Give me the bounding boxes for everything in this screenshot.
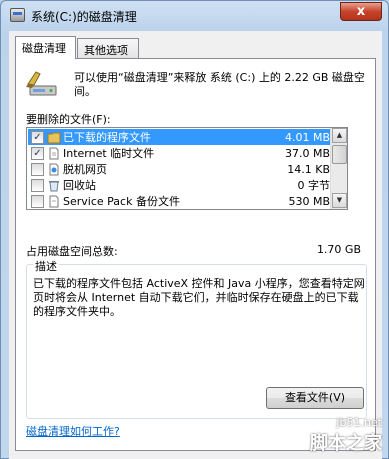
- list-item[interactable]: 回收站 0 字节: [28, 177, 334, 193]
- file-name: Service Pack 备份文件: [63, 195, 180, 208]
- file-size: 0 字节: [297, 179, 331, 192]
- watermark: jb51.net 脚本之家: [310, 416, 382, 455]
- file-size: 37.0 MB: [284, 146, 330, 160]
- watermark-name: 脚本之家: [310, 433, 382, 454]
- intro-text: 可以使用“磁盘清理”来释放 系统 (C:) 上的 2.22 GB 磁盘空间。: [74, 71, 365, 98]
- file-size: 14.1 KB: [287, 162, 330, 176]
- document-icon: [49, 195, 59, 207]
- files-list[interactable]: ✓ 已下载的程序文件 4.01 MB ✓ Internet 临时文件 37.0 …: [26, 127, 348, 210]
- close-button[interactable]: x: [340, 2, 382, 21]
- file-name: Internet 临时文件: [63, 147, 155, 160]
- list-item[interactable]: Service Pack 备份文件 530 MB: [28, 193, 334, 209]
- description-legend: 描述: [33, 258, 59, 274]
- list-item[interactable]: ✓ Internet 临时文件 37.0 MB: [28, 145, 334, 161]
- scroll-down-button[interactable]: ▼: [332, 193, 347, 208]
- title-bar[interactable]: 系统(C:)的磁盘清理 x: [1, 1, 388, 31]
- tab-disk-cleanup[interactable]: 磁盘清理: [15, 36, 76, 59]
- total-space-value: 1.70 GB: [316, 243, 361, 256]
- watermark-url: jb51.net: [336, 416, 382, 429]
- disk-cleanup-app-icon: [10, 8, 25, 22]
- recycle-bin-icon: [49, 180, 59, 191]
- checkbox[interactable]: ✓: [31, 130, 44, 144]
- description-group: 描述 已下载的程序文件包括 ActiveX 控件和 Java 小程序，您查看特定…: [26, 258, 367, 419]
- checkbox[interactable]: [31, 194, 44, 208]
- disk-cleanup-window: 系统(C:)的磁盘清理 x 磁盘清理 其他选项 可以使用“磁盘清理”来释放 系统…: [0, 0, 389, 459]
- scroll-up-button[interactable]: ▲: [332, 128, 347, 143]
- tab-panel: 可以使用“磁盘清理”来释放 系统 (C:) 上的 2.22 GB 磁盘空间。 要…: [15, 58, 376, 451]
- files-to-delete-label: 要删除的文件(F):: [26, 113, 111, 126]
- document-icon: [49, 147, 59, 159]
- disk-cleanup-icon: [26, 71, 57, 96]
- help-link[interactable]: 磁盘清理如何工作?: [26, 423, 120, 439]
- view-files-button[interactable]: 查看文件(V): [266, 387, 364, 409]
- scroll-thumb[interactable]: [332, 145, 347, 164]
- list-scrollbar[interactable]: ▲ ▼: [330, 128, 347, 209]
- checkbox[interactable]: [31, 162, 44, 176]
- file-size: 4.01 MB: [284, 130, 330, 144]
- dialog-client: 磁盘清理 其他选项 可以使用“磁盘清理”来释放 系统 (C:) 上的 2.22 …: [9, 31, 382, 459]
- checkbox[interactable]: [31, 178, 44, 192]
- file-name: 脱机网页: [63, 163, 107, 176]
- file-name: 已下载的程序文件: [63, 131, 151, 144]
- description-text: 已下载的程序文件包括 ActiveX 控件和 Java 小程序，您查看特定网页时…: [33, 277, 365, 318]
- total-space-label: 占用磁盘空间总数:: [26, 245, 118, 258]
- tab-more-options[interactable]: 其他选项: [77, 38, 139, 59]
- file-name: 回收站: [63, 179, 96, 192]
- window-title: 系统(C:)的磁盘清理: [31, 10, 137, 24]
- folder-icon: [47, 132, 61, 143]
- list-item[interactable]: ✓ 已下载的程序文件 4.01 MB: [28, 129, 334, 145]
- file-size: 530 MB: [288, 194, 330, 208]
- offline-page-icon: [49, 163, 59, 175]
- checkbox[interactable]: ✓: [31, 146, 44, 160]
- list-item[interactable]: 脱机网页 14.1 KB: [28, 161, 334, 177]
